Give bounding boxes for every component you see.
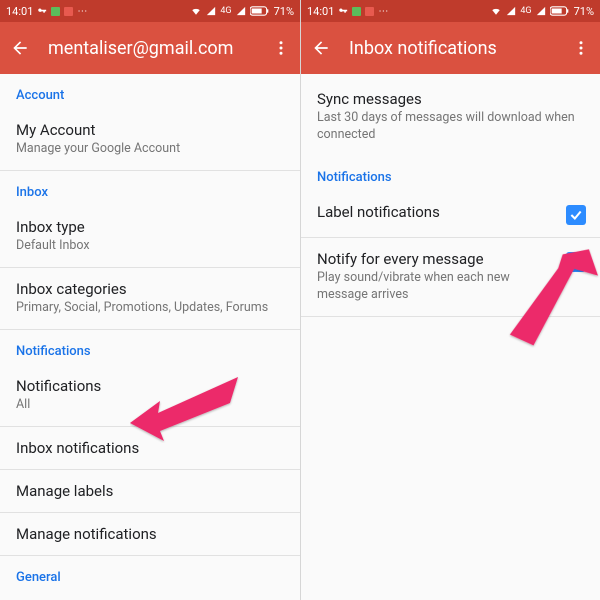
- network-label: 4G: [220, 6, 231, 16]
- checkbox-checked[interactable]: [566, 252, 586, 272]
- back-icon[interactable]: [311, 38, 331, 58]
- row-title: Manage notifications: [16, 525, 284, 543]
- section-notifications: Notifications: [0, 330, 300, 365]
- row-default-reply[interactable]: Default reply action Reply: [0, 591, 300, 600]
- battery-icon: [550, 6, 570, 16]
- dots-icon: ⋯: [77, 6, 87, 17]
- row-title: Inbox categories: [16, 280, 284, 298]
- row-manage-notifications[interactable]: Manage notifications: [0, 513, 300, 555]
- key-icon: [37, 6, 47, 16]
- section-inbox: Inbox: [0, 171, 300, 206]
- row-inbox-categories[interactable]: Inbox categories Primary, Social, Promot…: [0, 268, 300, 329]
- row-notifications[interactable]: Notifications All: [0, 365, 300, 426]
- more-icon[interactable]: [272, 39, 290, 57]
- row-inbox-type[interactable]: Inbox type Default Inbox: [0, 206, 300, 267]
- wifi-icon: [190, 6, 202, 16]
- row-inbox-notifications[interactable]: Inbox notifications: [0, 427, 300, 469]
- row-title: Manage labels: [16, 482, 284, 500]
- screen-account-settings: 14:01 ⋯ 4G 71%: [0, 0, 300, 600]
- row-sync-messages[interactable]: Sync messages Last 30 days of messages w…: [301, 74, 600, 156]
- row-title: My Account: [16, 121, 284, 139]
- checkbox-checked[interactable]: [566, 205, 586, 225]
- row-title: Notify for every message: [317, 250, 556, 268]
- status-battery: 71%: [274, 5, 294, 18]
- status-time: 14:01: [6, 5, 33, 18]
- statusbar-left: 14:01 ⋯: [307, 5, 388, 18]
- statusbar-right: 4G 71%: [490, 5, 594, 18]
- music-icon: [365, 7, 374, 16]
- status-time: 14:01: [307, 5, 334, 18]
- dots-icon: ⋯: [378, 6, 388, 17]
- row-label-notifications[interactable]: Label notifications: [301, 191, 600, 237]
- row-my-account[interactable]: My Account Manage your Google Account: [0, 109, 300, 170]
- row-sub: All: [16, 397, 284, 414]
- row-manage-labels[interactable]: Manage labels: [0, 470, 300, 512]
- square-icon: [51, 7, 60, 16]
- appbar: Inbox notifications: [301, 22, 600, 74]
- row-sub: Manage your Google Account: [16, 141, 284, 158]
- network-label: 4G: [520, 6, 531, 16]
- divider: [301, 316, 600, 317]
- row-title: Sync messages: [317, 90, 584, 108]
- status-battery: 71%: [574, 5, 594, 18]
- screen-inbox-notifications: 14:01 ⋯ 4G 71%: [300, 0, 600, 600]
- statusbar-right: 4G 71%: [190, 5, 294, 18]
- signal-icon: [506, 6, 516, 16]
- settings-list[interactable]: Account My Account Manage your Google Ac…: [0, 74, 300, 600]
- section-notifications: Notifications: [301, 156, 600, 191]
- key-icon: [338, 6, 348, 16]
- signal-icon-2: [236, 6, 246, 16]
- signal-icon-2: [536, 6, 546, 16]
- section-general: General: [0, 556, 300, 591]
- back-icon[interactable]: [10, 38, 30, 58]
- appbar: mentaliser@gmail.com: [0, 22, 300, 74]
- battery-icon: [250, 6, 270, 16]
- row-sub: Primary, Social, Promotions, Updates, Fo…: [16, 300, 284, 317]
- row-notify-every-message[interactable]: Notify for every message Play sound/vibr…: [301, 238, 600, 316]
- music-icon: [64, 7, 73, 16]
- row-sub: Last 30 days of messages will download w…: [317, 110, 584, 144]
- row-title: Inbox type: [16, 218, 284, 236]
- statusbar: 14:01 ⋯ 4G 71%: [0, 0, 300, 22]
- appbar-title: mentaliser@gmail.com: [48, 38, 254, 59]
- more-icon[interactable]: [572, 39, 590, 57]
- statusbar: 14:01 ⋯ 4G 71%: [301, 0, 600, 22]
- statusbar-left: 14:01 ⋯: [6, 5, 87, 18]
- square-icon: [352, 7, 361, 16]
- signal-icon: [206, 6, 216, 16]
- settings-list[interactable]: Sync messages Last 30 days of messages w…: [301, 74, 600, 600]
- wifi-icon: [490, 6, 502, 16]
- row-sub: Default Inbox: [16, 238, 284, 255]
- appbar-title: Inbox notifications: [349, 38, 554, 59]
- row-title: Label notifications: [317, 203, 556, 221]
- section-account: Account: [0, 74, 300, 109]
- row-sub: Play sound/vibrate when each new message…: [317, 270, 556, 304]
- row-title: Notifications: [16, 377, 284, 395]
- row-title: Inbox notifications: [16, 439, 284, 457]
